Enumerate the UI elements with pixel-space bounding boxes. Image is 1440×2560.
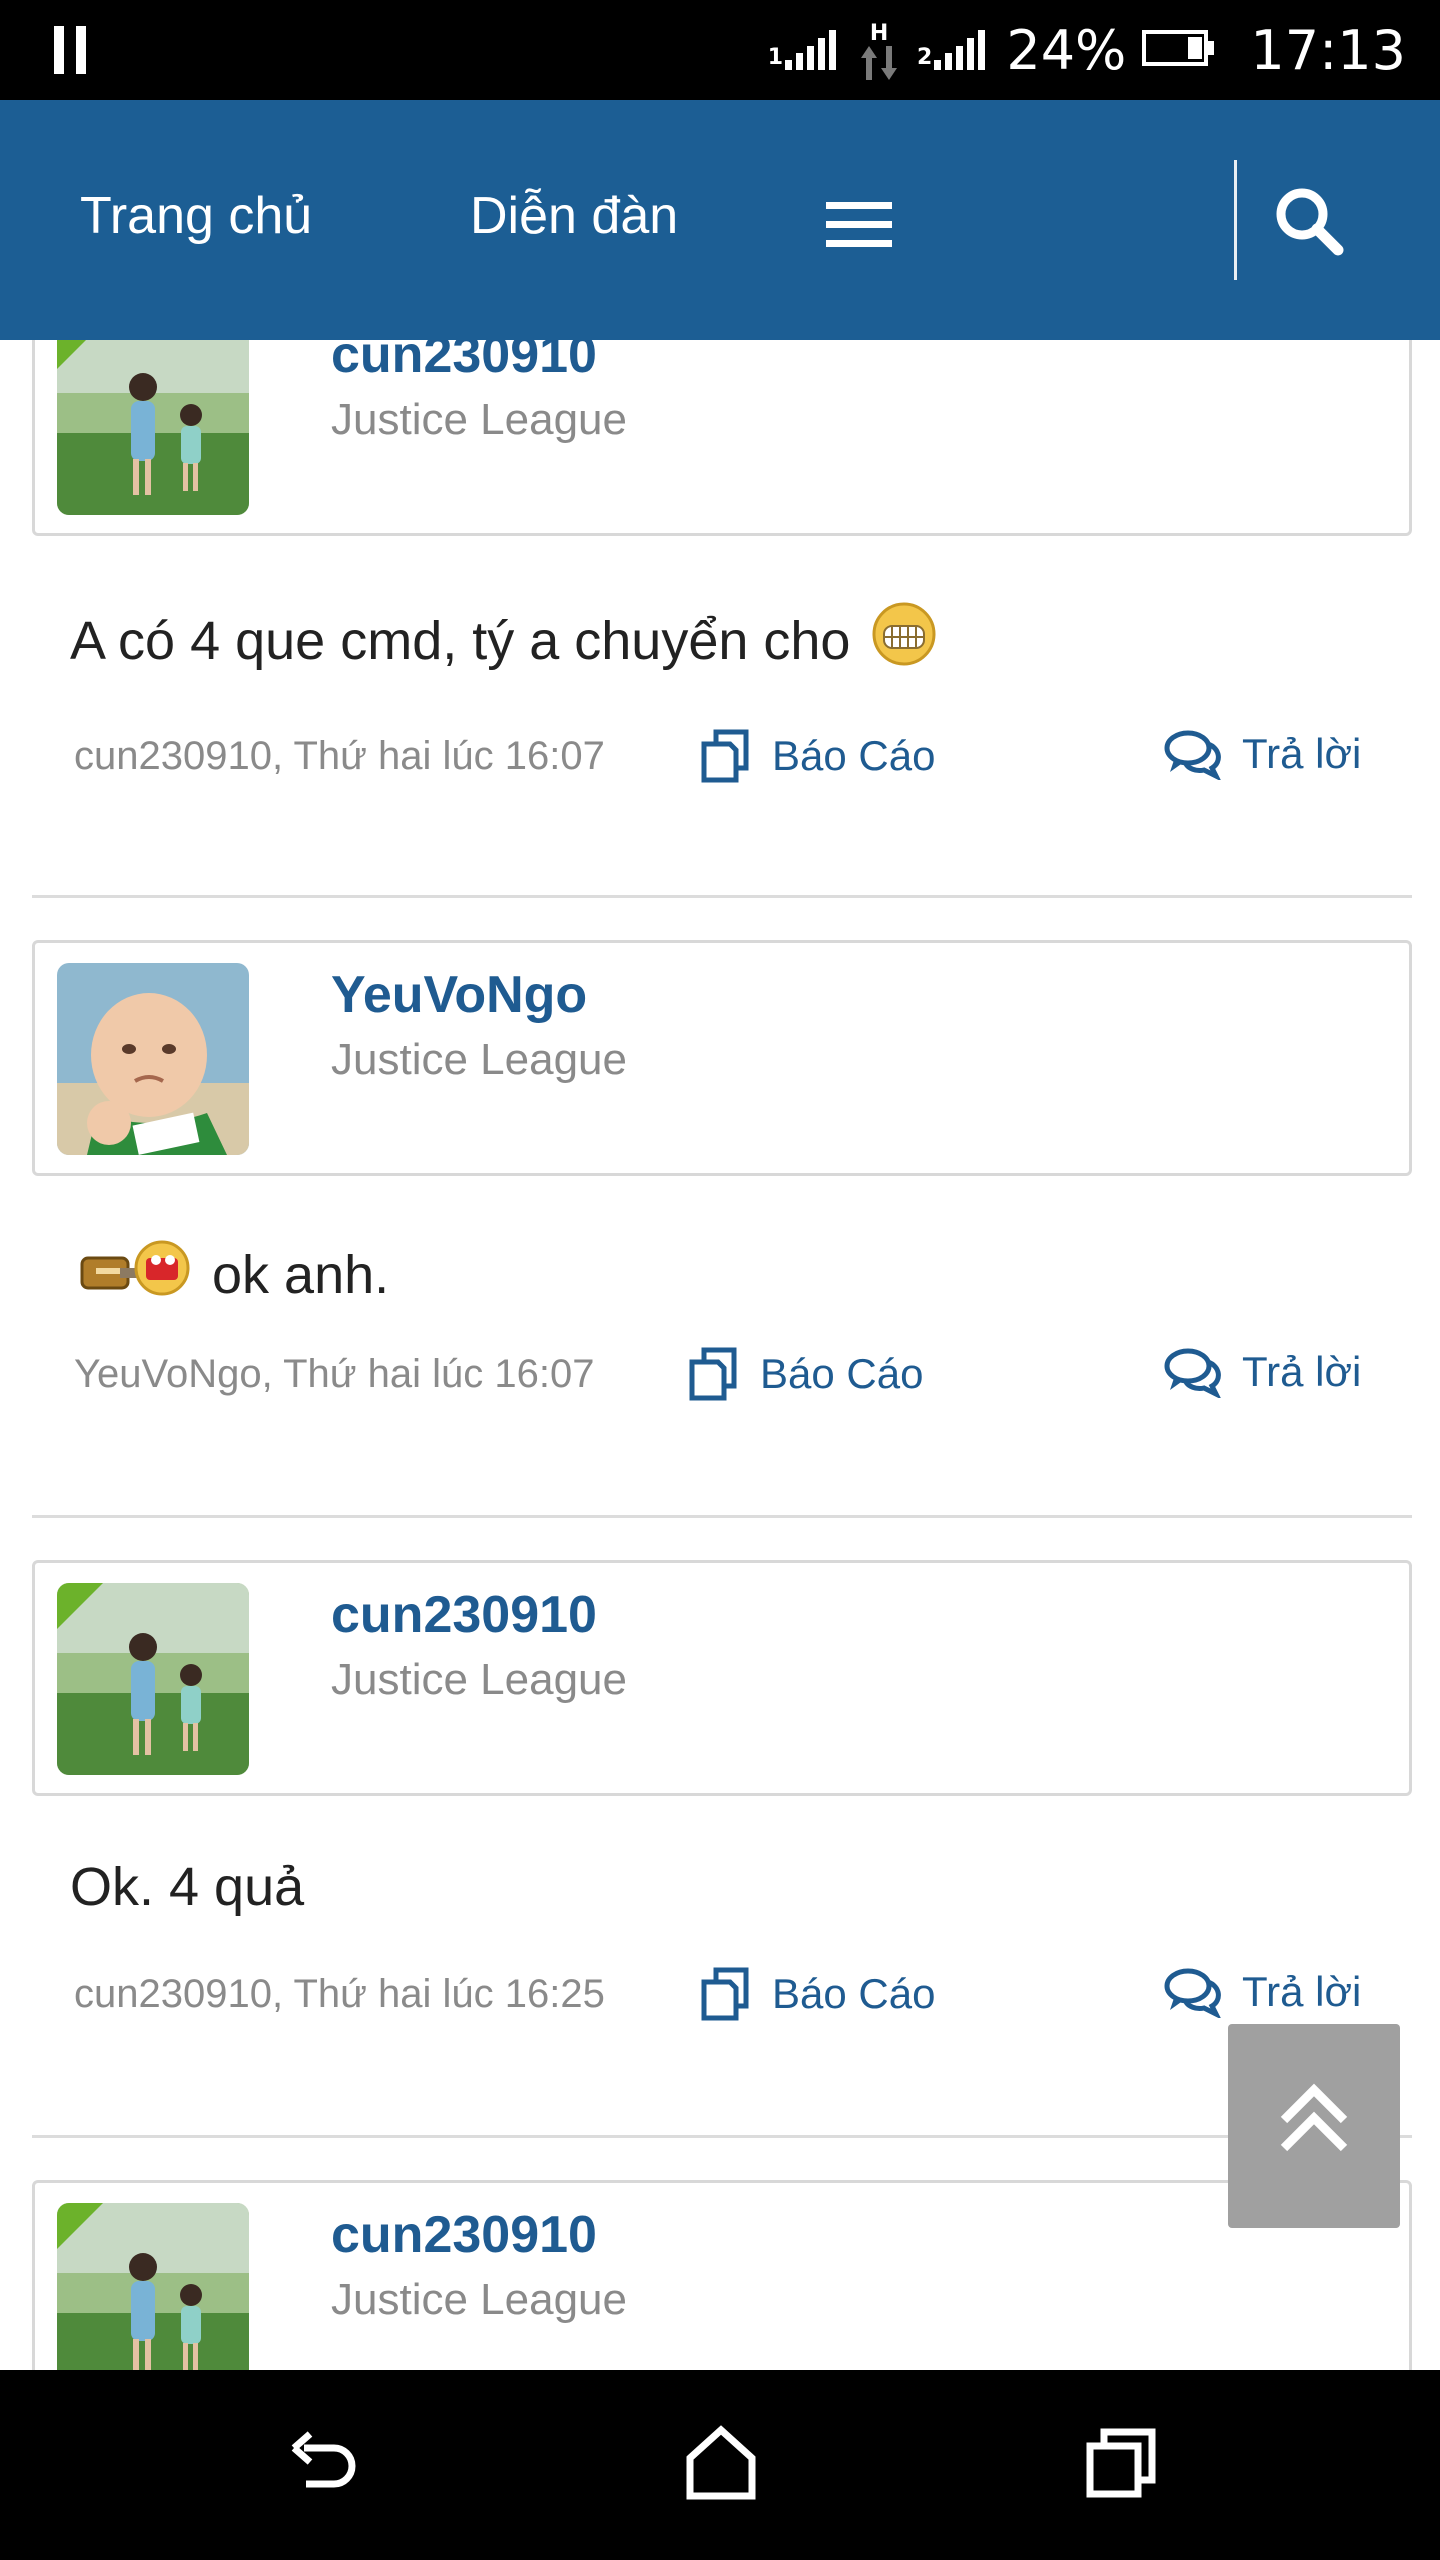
report-icon — [689, 1347, 737, 1401]
search-icon[interactable] — [1272, 184, 1348, 260]
report-button[interactable]: Báo Cáo — [696, 1966, 935, 2022]
status-icons: 1 H 2 24% 17:13 — [768, 0, 1406, 100]
post-message-text: Ok. 4 quả — [70, 1857, 305, 1917]
post-separator — [32, 2135, 1412, 2138]
system-navigation-bar — [0, 2370, 1440, 2560]
chevron-double-up-icon — [1280, 2083, 1348, 2152]
reply-label: Trả lời — [1242, 730, 1362, 777]
post-username[interactable]: cun230910 — [331, 340, 597, 385]
sim2-label: 2 — [917, 45, 933, 70]
reply-icon — [1164, 730, 1221, 780]
reply-button[interactable]: Trả lời — [1164, 728, 1361, 780]
back-icon[interactable] — [276, 2418, 366, 2508]
reply-label: Trả lời — [1242, 1968, 1362, 2015]
reply-icon — [1164, 1968, 1221, 2018]
avatar[interactable] — [57, 2203, 249, 2370]
post-meta[interactable]: cun230910, Thứ hai lúc 16:07 — [74, 734, 605, 779]
post-user-info: cun230910 Justice League — [32, 340, 1412, 536]
post-message: A có 4 que cmd, tý a chuyển cho — [70, 600, 938, 681]
reply-button[interactable]: Trả lời — [1164, 1346, 1361, 1398]
post-user-info: cun230910 Justice League — [32, 2180, 1412, 2370]
reply-button[interactable]: Trả lời — [1164, 1966, 1361, 2018]
post-meta[interactable]: YeuVoNgo, Thứ hai lúc 16:07 — [74, 1352, 595, 1397]
post: cun230910 Justice League Ok. 4 quả cun23… — [32, 1560, 1412, 2180]
battery-icon — [1142, 28, 1216, 73]
post-message: ok anh. — [76, 1230, 389, 1319]
signal-icon: 2 — [917, 30, 990, 70]
report-label: Báo Cáo — [772, 1970, 936, 2017]
report-label: Báo Cáo — [772, 732, 936, 779]
hammer-emoticon — [76, 1230, 196, 1319]
scroll-to-top-button[interactable] — [1228, 2024, 1400, 2228]
post-message-text: ok anh. — [212, 1244, 390, 1305]
report-button[interactable]: Báo Cáo — [684, 1346, 923, 1402]
online-indicator — [57, 2203, 103, 2249]
post-user-title: Justice League — [331, 395, 627, 444]
thread-content: cun230910 Justice League A có 4 que cmd,… — [0, 340, 1440, 2370]
avatar[interactable] — [57, 963, 249, 1155]
post-user-info: cun230910 Justice League — [32, 1560, 1412, 1796]
signal-icon: 1 — [768, 30, 841, 70]
status-bar: 1 H 2 24% 17:13 — [0, 0, 1440, 100]
battery-percent: 24% — [1006, 18, 1127, 82]
post-username[interactable]: YeuVoNgo — [331, 965, 587, 1025]
home-icon[interactable] — [676, 2418, 766, 2508]
post-separator — [32, 1515, 1412, 1518]
post-username[interactable]: cun230910 — [331, 2205, 597, 2265]
online-indicator — [57, 1583, 103, 1629]
sim1-label: 1 — [767, 45, 784, 70]
nav-home-link[interactable]: Trang chủ — [80, 186, 312, 246]
network-h-icon: H — [857, 21, 901, 80]
post-user-title: Justice League — [331, 1035, 627, 1084]
nav-divider — [1234, 160, 1237, 280]
post: cun230910 Justice League — [32, 2180, 1412, 2370]
post-message-text: A có 4 que cmd, tý a chuyển cho — [70, 610, 851, 671]
post: cun230910 Justice League A có 4 que cmd,… — [32, 340, 1412, 920]
network-type-label: H — [869, 20, 889, 46]
menu-icon[interactable] — [826, 202, 892, 248]
report-icon — [701, 1967, 749, 2021]
grin-emoticon — [870, 600, 938, 681]
nav-forum-link[interactable]: Diễn đàn — [470, 186, 678, 246]
recents-icon[interactable] — [1076, 2418, 1166, 2508]
clock: 17:13 — [1250, 18, 1406, 82]
post-username[interactable]: cun230910 — [331, 1585, 597, 1645]
post-separator — [32, 895, 1412, 898]
top-navigation: Trang chủ Diễn đàn — [0, 100, 1440, 340]
online-indicator — [57, 340, 103, 369]
post: YeuVoNgo Justice League ok anh. YeuVoNgo… — [32, 940, 1412, 1560]
reply-icon — [1164, 1348, 1221, 1398]
avatar[interactable] — [57, 340, 249, 515]
reply-label: Trả lời — [1242, 1348, 1362, 1395]
post-user-title: Justice League — [331, 2275, 627, 2324]
report-icon — [701, 729, 749, 783]
post-user-title: Justice League — [331, 1655, 627, 1704]
avatar[interactable] — [57, 1583, 249, 1775]
report-button[interactable]: Báo Cáo — [696, 728, 935, 784]
post-message: Ok. 4 quả — [70, 1856, 304, 1918]
pause-icon — [54, 26, 88, 74]
post-meta[interactable]: cun230910, Thứ hai lúc 16:25 — [74, 1972, 605, 2017]
post-user-info: YeuVoNgo Justice League — [32, 940, 1412, 1176]
report-label: Báo Cáo — [760, 1350, 924, 1397]
